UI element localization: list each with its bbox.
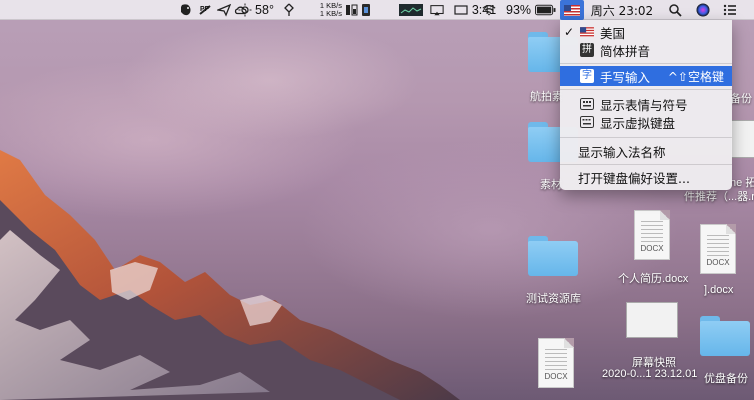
menu-item-keyboard-preferences[interactable]: 打开键盘偏好设置... <box>560 167 732 187</box>
menu-item-label: 简体拼音 <box>600 43 651 59</box>
paper-plane-icon[interactable] <box>216 0 232 20</box>
battery-percent: 93% <box>506 3 532 17</box>
weather-temp: 58° <box>255 3 274 17</box>
emoji-viewer-icon <box>580 98 594 110</box>
evernote-icon[interactable] <box>178 0 194 20</box>
file-label: ].docx <box>704 284 734 296</box>
file-label-line2: 2020-0...1 23.12.01 <box>602 368 698 380</box>
spotlight-search-icon[interactable] <box>666 0 684 20</box>
wifi-icon[interactable] <box>480 0 498 20</box>
menu-item-label: 美国 <box>600 25 626 41</box>
us-flag-icon <box>580 27 594 37</box>
net-down: 1 KB/s <box>319 9 342 18</box>
menu-item-us[interactable]: ✓ 美国 <box>560 22 732 42</box>
us-flag-icon <box>564 4 580 16</box>
notification-center-icon[interactable] <box>720 0 740 20</box>
menu-item-emoji-viewer[interactable]: 显示表情与符号 <box>560 94 732 114</box>
keyboard-viewer-icon <box>580 116 594 128</box>
folder-label: 航拍素 <box>530 91 563 103</box>
screen-mirror-icon[interactable] <box>429 0 445 20</box>
display-icon <box>454 5 468 15</box>
datetime-label: 周六 23:02 <box>590 3 654 18</box>
sun-icon <box>238 3 252 17</box>
menu-item-label: 显示虚拟键盘 <box>600 115 676 131</box>
menu-item-label: 显示输入法名称 <box>578 144 666 160</box>
menu-separator <box>560 89 732 90</box>
menu-item-label: 手写输入 <box>600 69 651 85</box>
system-monitor-icon[interactable] <box>345 0 373 20</box>
siri-icon[interactable] <box>694 0 712 20</box>
menu-separator <box>560 137 732 138</box>
menu-item-label: 显示表情与符号 <box>600 97 688 113</box>
battery-widget[interactable]: 93% <box>506 0 556 20</box>
input-source-dropdown: ✓ 美国 拼 简体拼音 字 手写输入 ^⇧空格键 显示表情与符号 显示虚拟键盘 … <box>560 20 732 190</box>
menu-separator <box>560 63 732 64</box>
folder-label: 备份 <box>730 93 752 105</box>
file-type-tag: DOCX <box>706 258 730 267</box>
menu-item-show-input-name[interactable]: 显示输入法名称 <box>560 141 732 161</box>
network-speed[interactable]: 1 KB/s 1 KB/s <box>306 0 342 20</box>
menu-item-keyboard-viewer[interactable]: 显示虚拟键盘 <box>560 112 732 132</box>
battery-icon <box>535 4 556 16</box>
menu-item-pinyin[interactable]: 拼 简体拼音 <box>560 40 732 60</box>
pf-label: PF <box>200 6 209 13</box>
weather-widget[interactable]: 58° <box>236 0 276 20</box>
menu-item-handwriting[interactable]: 字 手写输入 ^⇧空格键 <box>560 66 732 86</box>
file-label-line2: 件推荐（...器.r <box>684 191 754 203</box>
folder-label: 素材 <box>540 179 562 191</box>
datetime[interactable]: 周六 23:02 <box>586 0 658 20</box>
file-label: 个人简历.docx <box>618 273 689 285</box>
menu-separator <box>560 164 732 165</box>
menu-item-shortcut: ^⇧空格键 <box>667 69 724 84</box>
input-source-menu[interactable] <box>560 0 584 20</box>
file-type-tag: DOCX <box>544 372 568 381</box>
extension-icon[interactable] <box>283 0 295 20</box>
activity-graph-icon[interactable] <box>399 0 423 20</box>
menu-item-label: 打开键盘偏好设置... <box>578 170 690 186</box>
handwriting-icon: 字 <box>580 69 594 83</box>
pinyin-icon: 拼 <box>580 43 594 57</box>
folder-label: 优盘备份 <box>704 373 748 385</box>
folder-label: 测试资源库 <box>526 293 581 305</box>
menu-bar: PF 58° 1 KB/s 1 KB/s 3:41 93% 周六 23:02 <box>0 0 754 20</box>
pf-menu[interactable]: PF <box>196 0 214 20</box>
checkmark-icon: ✓ <box>564 25 575 39</box>
file-type-tag: DOCX <box>640 244 664 253</box>
